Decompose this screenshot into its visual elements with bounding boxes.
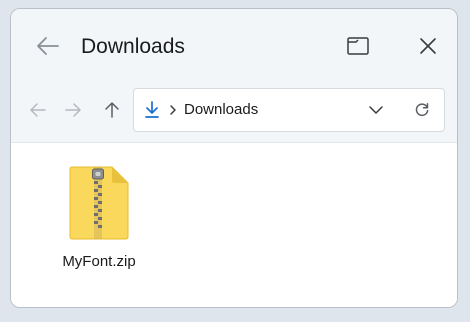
close-button[interactable] xyxy=(415,33,441,59)
address-dropdown-button[interactable] xyxy=(366,101,386,119)
file-list: MyFont.zip xyxy=(11,143,457,307)
file-name-label: MyFont.zip xyxy=(62,253,136,270)
title-back-button[interactable] xyxy=(35,33,61,59)
up-button[interactable] xyxy=(101,99,123,121)
zip-folder-icon xyxy=(69,166,129,240)
refresh-button[interactable] xyxy=(412,101,432,119)
window-title: Downloads xyxy=(81,35,185,58)
chevron-down-icon xyxy=(369,106,383,114)
file-picker-window: Downloads Downloads MyFont.zip xyxy=(10,8,458,308)
close-icon xyxy=(420,38,436,54)
navigation-bar: Downloads xyxy=(11,79,457,143)
download-icon xyxy=(145,101,159,118)
address-bar[interactable]: Downloads xyxy=(133,88,445,132)
arrow-left-icon xyxy=(37,37,59,55)
restore-window-icon xyxy=(347,37,369,55)
arrow-right-icon xyxy=(65,103,81,117)
address-path[interactable]: Downloads xyxy=(184,101,258,119)
forward-button[interactable] xyxy=(62,99,84,121)
file-item[interactable]: MyFont.zip xyxy=(51,161,147,271)
arrow-up-icon xyxy=(105,102,119,118)
back-button[interactable] xyxy=(27,99,49,121)
title-bar: Downloads xyxy=(11,9,457,79)
arrow-left-icon xyxy=(30,103,46,117)
refresh-icon xyxy=(415,103,429,117)
chevron-right-icon[interactable] xyxy=(168,103,178,117)
restore-button[interactable] xyxy=(345,33,371,59)
